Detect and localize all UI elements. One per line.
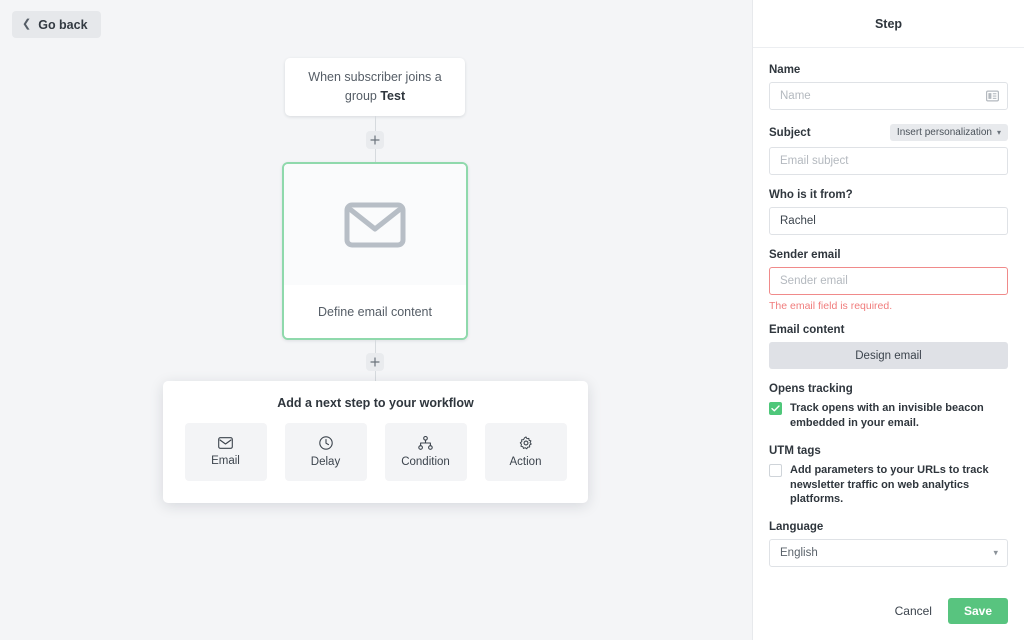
go-back-label: Go back: [38, 17, 88, 32]
language-select[interactable]: English: [769, 539, 1008, 568]
trigger-group-name: Test: [380, 89, 406, 103]
sender-email-error: The email field is required.: [769, 300, 893, 312]
sender-name-label: Who is it from?: [769, 189, 853, 201]
name-label: Name: [769, 64, 801, 76]
check-icon: [771, 405, 780, 412]
step-option-condition[interactable]: Condition: [384, 423, 467, 481]
name-input[interactable]: [769, 82, 1008, 110]
utm-tags-checkbox[interactable]: [769, 463, 782, 477]
sender-name-input[interactable]: [769, 207, 1008, 235]
trigger-text-prefix: When subscriber joins a group: [308, 70, 442, 103]
email-content-label: Email content: [769, 324, 845, 336]
step-option-action[interactable]: Action: [484, 423, 567, 481]
step-option-delay[interactable]: Delay: [284, 423, 367, 481]
step-option-label: Delay: [310, 456, 341, 468]
trigger-card[interactable]: When subscriber joins a group Test: [285, 58, 465, 116]
add-next-step-title: Add a next step to your workflow: [277, 396, 474, 410]
gear-icon: [519, 436, 532, 450]
add-step-button-top[interactable]: [366, 131, 384, 149]
opens-tracking-checkbox[interactable]: [769, 402, 782, 415]
language-label: Language: [769, 521, 824, 534]
design-email-button[interactable]: Design email: [769, 342, 1008, 369]
trigger-card-text: When subscriber joins a group Test: [301, 68, 449, 106]
panel-body: Name Subject Insert personaliz: [753, 48, 1024, 598]
opens-tracking-label: Opens tracking: [769, 383, 853, 395]
step-option-label: Email: [211, 455, 240, 467]
add-next-step-options: Email Delay Condition Action: [163, 423, 588, 481]
workflow-editor: ❮ Go back When subscriber joins a group …: [0, 0, 1024, 640]
subject-input[interactable]: [769, 147, 1008, 175]
insert-personalization-label: Insert personalization: [896, 127, 992, 138]
envelope-icon: [218, 437, 233, 449]
personalization-card-glyph: [986, 90, 999, 102]
plus-icon: [370, 135, 380, 145]
workflow-canvas: ❮ Go back When subscriber joins a group …: [0, 0, 752, 640]
step-option-email[interactable]: Email: [184, 423, 267, 481]
sender-email-label: Sender email: [769, 249, 841, 261]
step-option-label: Condition: [401, 456, 450, 468]
chevron-left-icon: ❮: [22, 18, 32, 30]
utm-tags-text: Add parameters to your URLs to track new…: [790, 463, 989, 506]
panel-title: Step: [753, 0, 1024, 48]
opens-tracking-text: Track opens with an invisible beacon emb…: [790, 402, 984, 429]
language-select-wrapper: English ▾: [769, 539, 1008, 568]
utm-tags-row[interactable]: Add parameters to your URLs to track new…: [769, 463, 1008, 508]
add-next-step-panel: Add a next step to your workflow Email D…: [163, 381, 588, 503]
step-settings-panel: Step Name Subject: [752, 0, 1024, 640]
personalization-card-icon[interactable]: [986, 90, 999, 102]
chevron-down-icon: ▾: [996, 128, 1001, 137]
panel-footer: Cancel Save: [753, 598, 1024, 640]
go-back-button[interactable]: ❮ Go back: [12, 11, 101, 38]
utm-tags-label: UTM tags: [769, 444, 821, 457]
sender-email-input[interactable]: [769, 267, 1008, 295]
save-button[interactable]: Save: [947, 598, 1008, 624]
step-option-label: Action: [509, 456, 542, 468]
clock-icon: [318, 436, 333, 450]
email-step-card[interactable]: Define email content: [282, 162, 468, 340]
email-step-icon-area: [284, 164, 466, 285]
plus-icon: [370, 357, 380, 367]
add-step-button-bottom[interactable]: [366, 353, 384, 371]
name-field-wrapper: [769, 82, 1008, 110]
subject-label-row: Subject Insert personalization ▾: [769, 124, 1008, 141]
email-step-label: Define email content: [284, 285, 466, 338]
subject-label: Subject: [769, 126, 811, 139]
insert-personalization-button[interactable]: Insert personalization ▾: [889, 124, 1008, 141]
cancel-button[interactable]: Cancel: [895, 604, 932, 618]
envelope-icon: [344, 202, 406, 247]
opens-tracking-row[interactable]: Track opens with an invisible beacon emb…: [769, 401, 1008, 431]
node-tree-icon: [418, 436, 433, 450]
